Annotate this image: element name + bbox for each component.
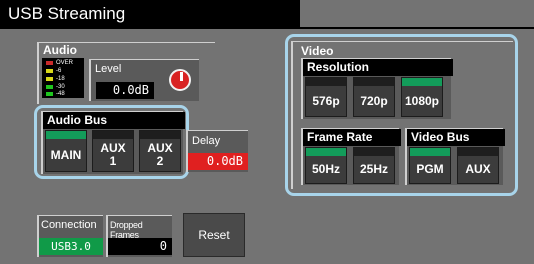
audio-bus-header: Audio Bus — [43, 112, 185, 129]
dropped-frames-value: 0 — [108, 238, 172, 255]
meter-label: -18 — [56, 75, 65, 82]
dropped-frames-status: Dropped Frames 0 — [106, 215, 172, 257]
meter-label: -48 — [56, 90, 65, 97]
resolution-720p-button[interactable]: 720p — [353, 77, 395, 117]
title-divider — [0, 27, 534, 29]
video-bus-panel: Video Bus PGM AUX — [405, 128, 505, 185]
connection-label: Connection — [41, 219, 97, 231]
audio-bus-panel: Audio Bus MAIN AUX 1 AUX 2 — [41, 111, 185, 174]
resolution-576p-button[interactable]: 576p — [305, 77, 347, 117]
audio-bus-aux2-button[interactable]: AUX 2 — [139, 130, 181, 172]
meter-label: OVER — [56, 59, 74, 66]
video-header: Video — [301, 44, 334, 58]
level-value: 0.0dB — [96, 82, 154, 99]
audio-panel: Audio OVER -6 -18 -30 -48 Level 0.0dB — [37, 42, 215, 104]
resolution-header: Resolution — [303, 59, 453, 76]
frame-rate-panel: Frame Rate 50Hz 25Hz — [301, 128, 401, 185]
level-control[interactable]: Level 0.0dB — [89, 59, 199, 101]
delay-value: 0.0dB — [188, 153, 248, 170]
connection-status: Connection USB3.0 — [37, 215, 103, 257]
delay-label: Delay — [192, 135, 221, 147]
reset-button[interactable]: Reset — [183, 213, 245, 257]
video-panel: Video Resolution 576p 720p 1080p Frame R… — [291, 41, 513, 189]
meter-label: -6 — [56, 67, 62, 74]
video-bus-header: Video Bus — [407, 129, 505, 146]
connection-value: USB3.0 — [39, 238, 103, 255]
audio-bus-main-button[interactable]: MAIN — [45, 130, 87, 172]
level-label: Level — [95, 63, 122, 75]
video-bus-aux-button[interactable]: AUX — [457, 147, 499, 184]
frame-rate-50hz-button[interactable]: 50Hz — [305, 147, 347, 184]
frame-rate-25hz-button[interactable]: 25Hz — [353, 147, 395, 184]
level-meter-icon: OVER -6 -18 -30 -48 — [42, 58, 84, 98]
audio-bus-aux1-button[interactable]: AUX 1 — [92, 130, 134, 172]
audio-header: Audio — [43, 43, 77, 57]
delay-control[interactable]: Delay 0.0dB — [186, 130, 248, 172]
page-title: USB Streaming — [0, 0, 300, 28]
dropped-frames-label: Dropped Frames — [110, 220, 143, 240]
resolution-1080p-button[interactable]: 1080p — [401, 77, 443, 117]
frame-rate-header: Frame Rate — [303, 129, 401, 146]
meter-label: -30 — [56, 83, 65, 90]
resolution-panel: Resolution 576p 720p 1080p — [301, 58, 453, 119]
video-bus-pgm-button[interactable]: PGM — [409, 147, 451, 184]
level-knob-icon[interactable] — [169, 69, 191, 91]
